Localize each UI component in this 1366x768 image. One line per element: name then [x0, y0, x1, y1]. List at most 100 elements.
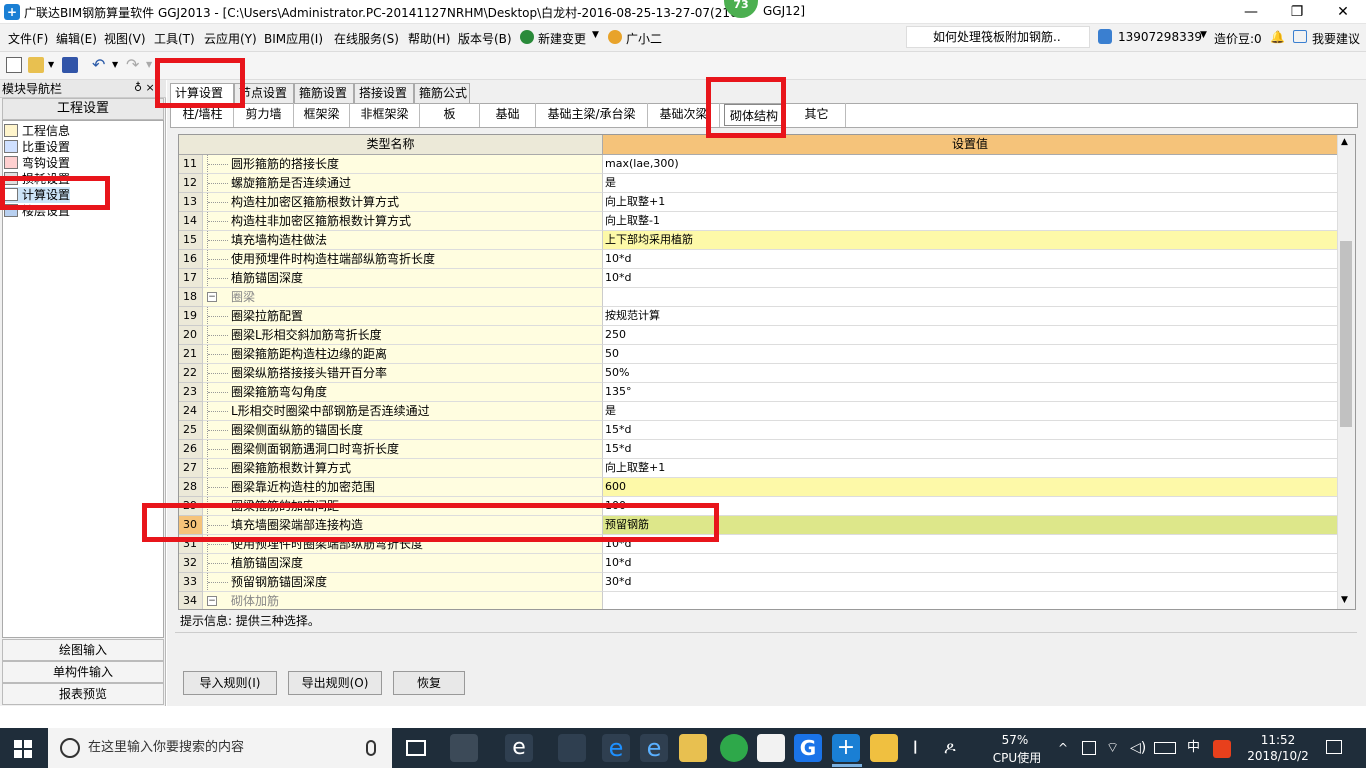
- row-value[interactable]: 是: [603, 174, 1337, 193]
- nav-component-input[interactable]: 单构件输入: [2, 661, 164, 683]
- row-value[interactable]: 向上取整+1: [603, 459, 1337, 478]
- chevron-down-icon[interactable]: ▼: [48, 60, 54, 69]
- menu-bim[interactable]: BIM应用(I): [264, 30, 323, 47]
- menu-edit[interactable]: 编辑(E): [56, 30, 97, 47]
- 360-browser-icon[interactable]: [720, 734, 748, 762]
- row-value[interactable]: max(lae,300): [603, 155, 1337, 174]
- row-value[interactable]: 15*d: [603, 440, 1337, 459]
- tray-chevron-icon[interactable]: ┃: [912, 728, 919, 768]
- row-value[interactable]: 50: [603, 345, 1337, 364]
- row-value[interactable]: 135°: [603, 383, 1337, 402]
- table-row[interactable]: 18− 圈梁: [179, 288, 1337, 307]
- export-rules-button[interactable]: 导出规则(O): [288, 671, 382, 695]
- row-value[interactable]: 30*d: [603, 573, 1337, 592]
- menu-tools[interactable]: 工具(T): [154, 30, 195, 47]
- windows-start-icon[interactable]: [14, 740, 32, 758]
- sogou-ime-icon[interactable]: [1213, 740, 1231, 758]
- menu-help[interactable]: 帮助(H): [408, 30, 450, 47]
- import-rules-button[interactable]: 导入规则(I): [183, 671, 277, 695]
- undo-icon[interactable]: ↶: [92, 55, 105, 74]
- g-app-icon[interactable]: G: [794, 734, 822, 762]
- save-icon[interactable]: [62, 57, 78, 73]
- subtab-foundation[interactable]: 基础: [480, 103, 536, 127]
- chevron-up-icon[interactable]: ^: [1058, 728, 1068, 768]
- table-row[interactable]: 25 圈梁侧面纵筋的锚固长度 15*d: [179, 421, 1337, 440]
- keyboard-icon[interactable]: [1154, 742, 1176, 754]
- table-row[interactable]: 12 螺旋箍筋是否连续通过 是: [179, 174, 1337, 193]
- glodon-app-icon[interactable]: +: [832, 734, 860, 762]
- chevron-down-icon[interactable]: ▼: [146, 60, 152, 69]
- table-row[interactable]: 22 圈梁纵筋搭接接头错开百分率 50%: [179, 364, 1337, 383]
- edge-icon[interactable]: e: [602, 734, 630, 762]
- row-value[interactable]: 向上取整+1: [603, 193, 1337, 212]
- row-value[interactable]: 上下部均采用植筋: [603, 231, 1337, 250]
- subtab-other[interactable]: 其它: [788, 103, 846, 127]
- nav-section-header[interactable]: 工程设置: [2, 98, 164, 120]
- row-value[interactable]: 10*d: [603, 250, 1337, 269]
- table-row[interactable]: 24 L形相交时圈梁中部钢筋是否连续通过 是: [179, 402, 1337, 421]
- new-file-icon[interactable]: [6, 57, 22, 73]
- chevron-down-icon[interactable]: ▼: [1200, 30, 1207, 40]
- menu-version[interactable]: 版本号(B): [458, 30, 512, 47]
- menu-online[interactable]: 在线服务(S): [334, 30, 399, 47]
- subtab-foundation-main-beam[interactable]: 基础主梁/承台梁: [536, 103, 648, 127]
- row-value[interactable]: 250: [603, 326, 1337, 345]
- menu-view[interactable]: 视图(V): [104, 30, 146, 47]
- table-row[interactable]: 33 预留钢筋锚固深度 30*d: [179, 573, 1337, 592]
- row-value[interactable]: 50%: [603, 364, 1337, 383]
- swirl-app-icon[interactable]: [558, 734, 586, 762]
- table-row[interactable]: 14 构造柱非加密区箍筋根数计算方式 向上取整-1: [179, 212, 1337, 231]
- bell-icon[interactable]: 🔔: [1270, 30, 1285, 44]
- tab-stirrup-settings[interactable]: 箍筋设置: [294, 83, 354, 103]
- ie-browser-icon[interactable]: e: [640, 734, 668, 762]
- menu-cloud[interactable]: 云应用(Y): [204, 30, 257, 47]
- taskbar-search-input[interactable]: 在这里输入你要搜索的内容: [48, 728, 392, 768]
- table-row[interactable]: 20 圈梁L形相交斜加筋弯折长度 250: [179, 326, 1337, 345]
- notification-center-icon[interactable]: [1326, 740, 1342, 754]
- open-folder-icon[interactable]: [28, 57, 44, 73]
- table-row[interactable]: 26 圈梁侧面钢筋遇洞口时弯折长度 15*d: [179, 440, 1337, 459]
- table-row[interactable]: 15 填充墙构造柱做法 上下部均采用植筋: [179, 231, 1337, 250]
- ie-icon[interactable]: e: [505, 734, 533, 762]
- chevron-down-icon[interactable]: ▼: [592, 30, 599, 40]
- microphone-icon[interactable]: [366, 740, 376, 756]
- row-value[interactable]: 按规范计算: [603, 307, 1337, 326]
- collapse-icon[interactable]: −: [207, 292, 217, 302]
- mail-icon[interactable]: [757, 734, 785, 762]
- table-row[interactable]: 17 植筋锚固深度 10*d: [179, 269, 1337, 288]
- row-value[interactable]: [603, 592, 1337, 609]
- wifi-icon[interactable]: ⌔: [1106, 728, 1119, 768]
- menu-file[interactable]: 文件(F): [8, 30, 48, 47]
- redo-icon[interactable]: ↷: [126, 55, 139, 74]
- row-value[interactable]: 600: [603, 478, 1337, 497]
- row-value[interactable]: [603, 288, 1337, 307]
- restore-rules-button[interactable]: 恢复: [393, 671, 465, 695]
- tree-item-hook[interactable]: 弯钩设置: [4, 155, 70, 171]
- suggest-link[interactable]: 我要建议: [1312, 30, 1360, 47]
- scrollbar-thumb[interactable]: [1340, 241, 1352, 427]
- clock-time[interactable]: 11:52: [1248, 733, 1308, 749]
- nav-report-preview[interactable]: 报表预览: [2, 683, 164, 705]
- row-value[interactable]: 是: [603, 402, 1337, 421]
- nav-draw-input[interactable]: 绘图输入: [2, 639, 164, 661]
- people-icon[interactable]: ዶ: [944, 728, 956, 768]
- tab-stirrup-formula[interactable]: 箍筋公式: [414, 83, 470, 103]
- tab-lap-settings[interactable]: 搭接设置: [354, 83, 414, 103]
- table-row[interactable]: 32 植筋锚固深度 10*d: [179, 554, 1337, 573]
- minimize-button[interactable]: —: [1228, 0, 1274, 24]
- pin-close-icon[interactable]: ♁ ×: [134, 81, 155, 94]
- table-row[interactable]: 21 圈梁箍筋距构造柱边缘的距离 50: [179, 345, 1337, 364]
- table-row[interactable]: 28 圈梁靠近构造柱的加密范围 600: [179, 478, 1337, 497]
- fan-app-icon[interactable]: [450, 734, 478, 762]
- battery-icon[interactable]: [1082, 741, 1096, 755]
- menu-new-change[interactable]: 新建变更: [538, 30, 586, 47]
- chevron-down-icon[interactable]: ▼: [112, 60, 118, 69]
- scroll-up-icon[interactable]: ▲: [1341, 137, 1348, 147]
- scroll-down-icon[interactable]: ▼: [1341, 595, 1348, 605]
- file-explorer-icon[interactable]: [679, 734, 707, 762]
- menu-assistant[interactable]: 广小二: [626, 30, 662, 47]
- table-row[interactable]: 23 圈梁箍筋弯勾角度 135°: [179, 383, 1337, 402]
- table-row[interactable]: 19 圈梁拉筋配置 按规范计算: [179, 307, 1337, 326]
- subtab-slab[interactable]: 板: [420, 103, 480, 127]
- table-row[interactable]: 13 构造柱加密区箍筋根数计算方式 向上取整+1: [179, 193, 1337, 212]
